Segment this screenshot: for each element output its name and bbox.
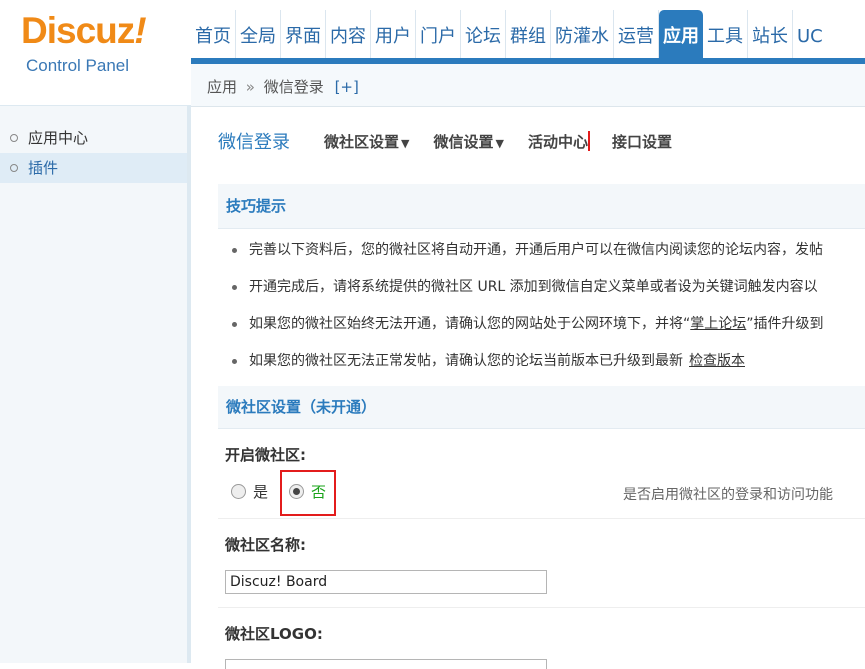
chevron-down-icon: ▼ <box>495 136 504 150</box>
tip-text: 完善以下资料后，您的微社区将自动开通，开通后用户可以在微信内阅读您的论坛内容，发… <box>249 242 823 258</box>
enable-hint: 是否启用微社区的登录和访问功能 <box>623 487 833 503</box>
tab-community-settings[interactable]: 微社区设置 ▼ <box>324 131 409 152</box>
sub-nav: 微信登录 微社区设置 ▼ 微信设置 ▼ 活动中心 接口设置 <box>218 126 696 156</box>
enable-yes-radio[interactable] <box>231 483 246 499</box>
bullet-icon <box>10 134 18 142</box>
tip-item: 如果您的微社区无法正常发帖，请确认您的论坛当前版本已升级到最新 检查版本 <box>218 343 865 380</box>
tip-text: 如果您的微社区无法正常发帖，请确认您的论坛当前版本已升级到最新 <box>249 353 683 369</box>
divider <box>218 518 865 519</box>
sidebar: 应用中心 插件 <box>0 106 191 663</box>
nav-item-ucenter[interactable]: UC <box>793 10 827 58</box>
highlight-box <box>280 470 336 516</box>
top-nav: 首页 全局 界面 内容 用户 门户 论坛 群组 防灌水 运营 应用 工具 站长 … <box>191 0 865 64</box>
nav-item-operation[interactable]: 运营 <box>614 10 659 58</box>
bullet-icon <box>10 164 18 172</box>
sidebar-item-plugins[interactable]: 插件 <box>0 153 187 183</box>
tip-text: 如果您的微社区始终无法开通，请确认您的网站处于公网环境下，并将“ <box>249 316 691 332</box>
logo-subtitle: Control Panel <box>26 56 130 75</box>
nav-item-style[interactable]: 界面 <box>281 10 326 58</box>
add-shortcut-button[interactable]: [+] <box>335 78 359 96</box>
top-nav-items: 首页 全局 界面 内容 用户 门户 论坛 群组 防灌水 运营 应用 工具 站长 … <box>191 10 827 58</box>
nav-item-tools[interactable]: 工具 <box>703 10 748 58</box>
chevron-down-icon: ▼ <box>401 136 410 150</box>
tab-wechat-settings[interactable]: 微信设置 ▼ <box>433 131 503 152</box>
tip-item: 如果您的微社区始终无法开通，请确认您的网站处于公网环境下，并将“掌上论坛”插件升… <box>218 306 865 343</box>
tab-activity-center[interactable]: 活动中心 <box>528 131 588 152</box>
community-name-label: 微社区名称: <box>225 536 306 554</box>
nav-item-apps[interactable]: 应用 <box>659 10 703 58</box>
community-name-input[interactable] <box>225 570 547 594</box>
nav-item-group[interactable]: 群组 <box>506 10 551 58</box>
enable-yes-label[interactable]: 是 <box>253 481 268 502</box>
nav-item-content[interactable]: 内容 <box>326 10 371 58</box>
nav-item-home[interactable]: 首页 <box>191 10 236 58</box>
community-logo-input[interactable] <box>225 659 547 669</box>
tab-api-settings[interactable]: 接口设置 <box>612 131 672 152</box>
breadcrumb: 应用 » 微信登录 [+] <box>191 64 865 107</box>
nav-item-user[interactable]: 用户 <box>371 10 416 58</box>
community-logo-label: 微社区LOGO: <box>225 625 323 643</box>
main-content: 微信登录 微社区设置 ▼ 微信设置 ▼ 活动中心 接口设置 技巧提示 完善以下资料后… <box>191 106 865 669</box>
sidebar-item-app-center[interactable]: 应用中心 <box>0 123 187 153</box>
tips-list: 完善以下资料后，您的微社区将自动开通，开通后用户可以在微信内阅读您的论坛内容，发… <box>218 232 865 380</box>
sidebar-item-label: 应用中心 <box>28 129 89 147</box>
breadcrumb-separator: » <box>245 78 255 96</box>
nav-item-global[interactable]: 全局 <box>236 10 281 58</box>
mobile-forum-link[interactable]: 掌上论坛 <box>690 316 746 332</box>
logo-area: Discuz! Control Panel <box>0 0 191 107</box>
page-title: 微信登录 <box>218 132 290 153</box>
logo: Discuz! <box>21 10 147 51</box>
text-cursor-marker <box>587 131 590 151</box>
tip-item: 开通完成后，请将系统提供的微社区 URL 添加到微信自定义菜单或者设为关键词触发… <box>218 269 865 306</box>
section-header: 微社区设置（未开通） <box>218 386 865 429</box>
breadcrumb-current: 微信登录 <box>263 78 324 96</box>
nav-item-forum[interactable]: 论坛 <box>461 10 506 58</box>
tab-label: 微信设置 <box>433 132 494 151</box>
logo-brand: Discuz <box>21 10 135 51</box>
nav-item-antispam[interactable]: 防灌水 <box>551 10 614 58</box>
tab-label: 微社区设置 <box>324 132 400 151</box>
check-version-link[interactable]: 检查版本 <box>689 353 745 369</box>
tip-item: 完善以下资料后，您的微社区将自动开通，开通后用户可以在微信内阅读您的论坛内容，发… <box>218 232 865 269</box>
nav-item-portal[interactable]: 门户 <box>416 10 461 58</box>
enable-community-label: 开启微社区: <box>225 446 306 464</box>
tip-text-tail: ”插件升级到 <box>746 316 824 332</box>
tips-header: 技巧提示 <box>218 184 865 229</box>
divider <box>218 607 865 608</box>
tip-text: 开通完成后，请将系统提供的微社区 URL 添加到微信自定义菜单或者设为关键词触发… <box>249 279 818 295</box>
logo-bang: ! <box>134 10 146 51</box>
breadcrumb-root[interactable]: 应用 <box>207 78 237 96</box>
nav-item-founder[interactable]: 站长 <box>748 10 793 58</box>
sidebar-item-label: 插件 <box>28 159 59 177</box>
